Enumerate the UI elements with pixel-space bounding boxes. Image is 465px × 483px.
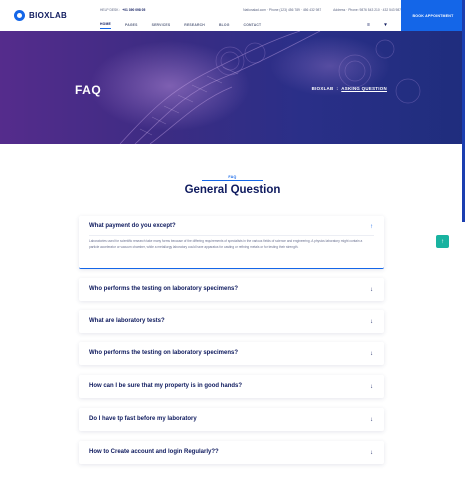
help-desk-phone[interactable]: +01 390 098 05 — [122, 8, 145, 12]
page-banner: FAQ BIOXLAB : ASKING QUESTION — [0, 31, 465, 144]
faq-item[interactable]: Who performs the testing on laboratory s… — [79, 342, 384, 365]
faq-question[interactable]: Who performs the testing on laboratory s… — [89, 286, 238, 292]
page-title: FAQ — [75, 83, 102, 97]
faq-question[interactable]: What payment do you except? — [89, 223, 176, 229]
contact-info-2: Address · Phone: 9876 543 210 · 432 543 … — [333, 8, 401, 12]
arrow-down-icon[interactable]: ↓ — [370, 384, 373, 390]
faq-question[interactable]: How can I be sure that my property is in… — [89, 383, 242, 389]
header-main: HELP DESK : +01 390 098 05 Nationalad.co… — [100, 0, 401, 31]
faq-question[interactable]: Do I have tp fast before my laboratory — [89, 416, 197, 422]
scroll-to-top-button[interactable]: ↑ — [436, 235, 449, 248]
page: BIOXLAB HELP DESK : +01 390 098 05 Natio… — [0, 0, 465, 483]
logo-icon — [14, 10, 25, 21]
arrow-up-icon: ↑ — [441, 238, 444, 245]
faq-item[interactable]: What are laboratory tests? ↓ — [79, 310, 384, 333]
faq-item-open[interactable]: What payment do you except? ↑ Laboratori… — [79, 216, 384, 269]
arrow-down-icon[interactable]: ↓ — [370, 351, 373, 357]
arrow-down-icon[interactable]: ↓ — [370, 319, 373, 325]
nav-item-research[interactable]: RESEARCH — [184, 23, 205, 27]
arrow-up-icon[interactable]: ↑ — [370, 224, 373, 230]
faq-divider — [89, 235, 374, 236]
logo[interactable]: BIOXLAB — [0, 0, 100, 31]
faq-item[interactable]: Do I have tp fast before my laboratory ↓ — [79, 408, 384, 431]
book-appointment-button[interactable]: BOOK APPOINTMENT — [401, 0, 465, 31]
top-info-bar: HELP DESK : +01 390 098 05 Nationalad.co… — [100, 5, 401, 15]
help-desk-label: HELP DESK : — [100, 8, 121, 12]
nav-item-services[interactable]: SERVICES — [152, 23, 171, 27]
section-eyebrow-underline — [202, 180, 263, 181]
faq-item[interactable]: Who performs the testing on laboratory s… — [79, 278, 384, 301]
arrow-down-icon[interactable]: ↓ — [370, 287, 373, 293]
faq-question[interactable]: How to Create account and login Regularl… — [89, 449, 219, 455]
nav-item-contact[interactable]: CONTACT — [244, 23, 262, 27]
breadcrumb-separator: : — [336, 86, 339, 91]
menu-icon[interactable]: ≡ — [367, 22, 370, 28]
cart-icon[interactable]: ▾ — [384, 22, 387, 28]
faq-item[interactable]: How to Create account and login Regularl… — [79, 441, 384, 464]
section-eyebrow: FAQ — [228, 175, 237, 179]
breadcrumb-home[interactable]: BIOXLAB — [312, 86, 334, 91]
arrow-down-icon[interactable]: ↓ — [370, 417, 373, 423]
logo-text: BIOXLAB — [29, 11, 68, 20]
main-nav: HOME PAGES SERVICES RESEARCH BLOG CONTAC… — [100, 19, 401, 31]
faq-question[interactable]: What are laboratory tests? — [89, 318, 165, 324]
nav-item-pages[interactable]: PAGES — [125, 23, 138, 27]
breadcrumb: BIOXLAB : ASKING QUESTION — [312, 86, 387, 91]
faq-item[interactable]: How can I be sure that my property is in… — [79, 375, 384, 398]
nav-item-home[interactable]: HOME — [100, 22, 111, 29]
faq-answer: Laboratories used for scientific researc… — [89, 239, 363, 249]
dna-background-illustration — [90, 31, 421, 144]
arrow-down-icon[interactable]: ↓ — [370, 450, 373, 456]
faq-question[interactable]: Who performs the testing on laboratory s… — [89, 350, 238, 356]
section-title: General Question — [184, 184, 281, 196]
breadcrumb-current: ASKING QUESTION — [341, 86, 387, 91]
nav-item-blog[interactable]: BLOG — [219, 23, 230, 27]
site-header: BIOXLAB HELP DESK : +01 390 098 05 Natio… — [0, 0, 465, 31]
contact-info-1: Nationalad.com · Phone (123) 456 789 · 4… — [243, 8, 322, 12]
